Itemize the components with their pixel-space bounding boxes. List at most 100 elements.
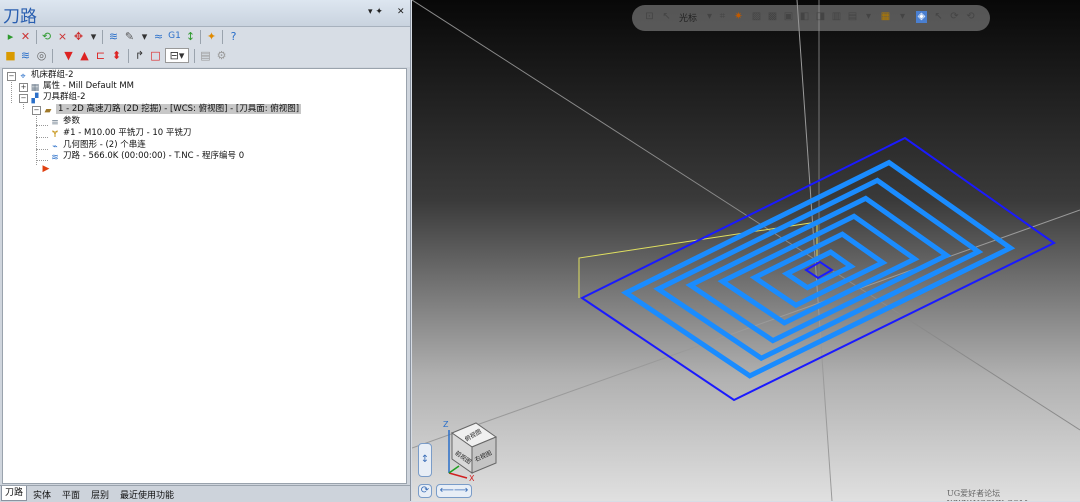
select-mask-icon[interactable]: ▤ (847, 11, 858, 23)
insert-arrow-icon[interactable]: ⬍ (110, 49, 123, 62)
dropdown-arrow-icon[interactable]: ▾ (897, 11, 908, 23)
rotate-icon[interactable]: ⟳ (418, 484, 432, 498)
tree-properties[interactable]: ▦ 属性 - Mill Default MM (30, 81, 135, 93)
dropdown-arrow-icon[interactable]: ▾ (704, 11, 715, 23)
tree-toolpath[interactable]: ≋ 刀路 - 566.0K (00:00:00) - T.NC - 程序编号 0 (50, 151, 244, 163)
toolbar-row-2: ■ ≋ ◎ ▼ ▲ ⊏ ⬍ ↱ □ ⊟▾ ▤ ⚙ (2, 47, 407, 65)
toggle-toolpath-icon[interactable]: ≋ (19, 49, 32, 62)
dropdown-arrow-icon[interactable]: ▾ (138, 30, 151, 43)
select-polygon-icon[interactable]: ◧ (799, 11, 810, 23)
tree-tool-label: #1 - M10.00 平铣刀 - 10 平铣刀 (63, 128, 192, 138)
axis-triad: Z X (443, 420, 475, 483)
hide-icon[interactable]: ◎ (35, 49, 48, 62)
tree-connector (36, 137, 48, 138)
toolbar-divider (222, 30, 223, 44)
group-icon: ▞ (31, 94, 39, 104)
tree-parameters[interactable]: ≡ 参数 (50, 116, 80, 128)
scroll-icon[interactable]: ↱ (133, 49, 146, 62)
tree-expander[interactable]: − (7, 72, 16, 81)
view-toolbar: ⊡ ↖ 光标 ▾ ⌗ ✷ ▨ ▩ ▣ ◧ ◨ ▥ ▤ ▾ ▦ ▾ ◈ ↖ ⟳ ⟲ (632, 5, 990, 31)
grid-snap-icon[interactable]: ▦ (880, 11, 891, 23)
tree-properties-label: 属性 - Mill Default MM (43, 81, 135, 91)
toolbar-row-1: ▸ ✕ ⟲ ⨯ ✥ ▾ ≋ ✎ ▾ ≈ G1 ↕ ✦ ? (2, 28, 407, 46)
edit-tool-icon[interactable]: ⚙ (215, 49, 228, 62)
y-axis (448, 465, 460, 474)
toolbar-divider (36, 30, 37, 44)
post-g1-icon[interactable]: G1 (168, 30, 181, 43)
select-tool-icon[interactable]: ✕ (19, 30, 32, 43)
select-all-icon[interactable]: ▸ (4, 30, 17, 43)
tree-expander[interactable]: − (32, 106, 41, 115)
xyz-icon[interactable]: ⌗ (717, 11, 728, 23)
tree-toolpath-group[interactable]: ▞ 刀具群组-2 (30, 92, 86, 104)
panel-options-icon[interactable]: ▾ ✦ (368, 7, 383, 17)
lock-icon[interactable]: ■ (4, 49, 17, 62)
reset-view-icon[interactable]: ⟲ (965, 11, 976, 23)
tree-expander[interactable]: + (19, 83, 28, 92)
tree-operation[interactable]: ▰ 1 - 2D 高速刀路 (2D 挖掘) - [WCS: 俯视图] - [刀具面… (43, 104, 302, 116)
tree-geometry[interactable]: ⌁ 几何图形 - (2) 个串连 (50, 140, 145, 152)
backplot-icon[interactable]: ≋ (107, 30, 120, 43)
regenerate-dirty-icon[interactable]: ⨯ (56, 30, 69, 43)
tree-machine-group[interactable]: ⌖ 机床群组-2 (18, 70, 74, 82)
select-chain-icon[interactable]: ▩ (767, 11, 778, 23)
select-window-icon[interactable]: ▣ (783, 11, 794, 23)
tree-connector (11, 79, 12, 103)
operations-tree: − ⌖ 机床群组-2 + ▦ 属性 - Mill Default MM − ▞ 刀具群… (2, 68, 407, 484)
toolbar-divider (200, 30, 201, 44)
lock-view-icon[interactable]: ⊡ (644, 11, 655, 23)
tree-machine-group-label: 机床群组-2 (31, 70, 74, 80)
tree-connector (36, 125, 48, 126)
tree-toolpath-group-label: 刀具群组-2 (43, 92, 86, 102)
dropdown-arrow-icon[interactable]: ▾ (863, 11, 874, 23)
vertical-pan-icon[interactable]: ↕ (418, 443, 432, 477)
tool-icon: Ɏ (52, 130, 58, 140)
auto-snap-icon[interactable]: ◈ (916, 11, 927, 23)
snap-cursor-icon[interactable]: ↖ (933, 11, 944, 23)
panel-close-icon[interactable]: ✕ (397, 7, 405, 17)
watermark: UG爱好者论坛 WWW.UGSNX.COM (947, 489, 1028, 501)
select-vector-icon[interactable]: ◨ (815, 11, 826, 23)
toggle-display-icon[interactable]: ≈ (152, 30, 165, 43)
display-options-icon[interactable]: ⊟▾ (165, 48, 189, 63)
move-up-icon[interactable]: ▲ (78, 49, 91, 62)
help-icon[interactable]: ? (227, 30, 240, 43)
select-area-icon[interactable]: ▥ (831, 11, 842, 23)
toolpath-pass (621, 159, 1016, 379)
panel-title: 刀路 (3, 7, 37, 27)
tab-levels[interactable]: 层别 (91, 488, 109, 501)
cursor-label[interactable]: 光标 (679, 11, 697, 24)
post-icon[interactable]: ↕ (184, 30, 197, 43)
insert-arrow-icon: ▶ (42, 164, 50, 174)
toolpath-pass (653, 177, 984, 362)
tab-planes[interactable]: 平面 (62, 488, 80, 501)
horizontal-pan-icon[interactable]: ⟵⟶ (436, 484, 472, 498)
move-down-icon[interactable]: ▼ (62, 49, 75, 62)
tree-insert-marker: ▶ (41, 162, 54, 174)
wand-icon[interactable]: ✦ (205, 30, 218, 43)
select-icon[interactable]: ▨ (751, 11, 762, 23)
toolbar-divider (194, 49, 195, 63)
boundary-chain (580, 136, 1056, 402)
verify-icon[interactable]: ✥ (72, 30, 85, 43)
tab-recent-functions[interactable]: 最近使用功能 (120, 488, 174, 501)
x-axis (448, 472, 468, 479)
machine-icon: ⌖ (20, 72, 26, 82)
dropdown-arrow-icon[interactable]: ▾ (87, 30, 100, 43)
edit-params-icon[interactable]: ▤ (199, 49, 212, 62)
toolbar-divider (128, 49, 129, 63)
rotate-view-icon[interactable]: ⟳ (949, 11, 960, 23)
tab-toolpaths[interactable]: 刀路 (1, 486, 28, 501)
tree-tool[interactable]: Ɏ #1 - M10.00 平铣刀 - 10 平铣刀 (50, 128, 192, 140)
tab-solids[interactable]: 实体 (33, 488, 51, 501)
parameters-icon: ≡ (51, 118, 59, 128)
simulate-icon[interactable]: ✎ (123, 30, 136, 43)
cursor-icon[interactable]: ↖ (661, 11, 672, 23)
regenerate-icon[interactable]: ⟲ (40, 30, 53, 43)
point-icon[interactable]: ✷ (733, 11, 744, 23)
graphics-viewport[interactable]: ⊡ ↖ 光标 ▾ ⌗ ✷ ▨ ▩ ▣ ◧ ◨ ▥ ▤ ▾ ▦ ▾ ◈ ↖ ⟳ ⟲… (412, 0, 1080, 501)
tree-expander[interactable]: − (19, 94, 28, 103)
select-box-icon[interactable]: □ (149, 49, 162, 62)
insert-after-icon[interactable]: ⊏ (94, 49, 107, 62)
x-axis-label: X (469, 474, 475, 483)
